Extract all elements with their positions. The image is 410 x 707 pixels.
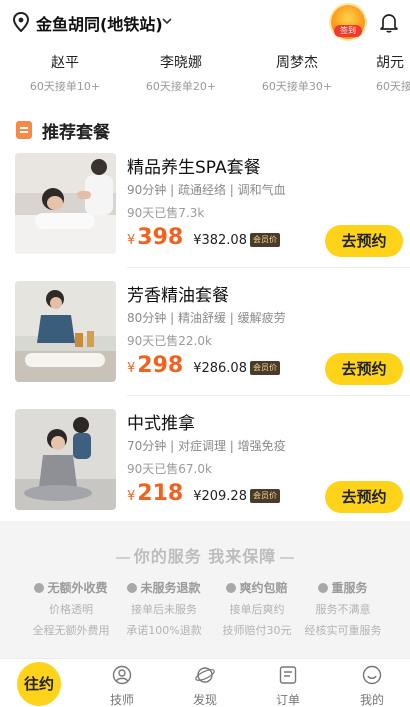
location-pin-icon[interactable]	[12, 12, 30, 32]
package-price: ¥ 298 ¥286.08 会员价	[127, 353, 280, 385]
package-photo[interactable]	[15, 153, 116, 254]
package-desc: 90分钟 | 疏通经络 | 调和气血	[127, 183, 286, 197]
therapist-strip[interactable]: 赵平 60天接单10+ 李晓娜 60天接单20+ 周梦杰 60天接单30+ 胡元…	[0, 44, 410, 106]
nav-label: 我的	[359, 693, 384, 707]
coin-icon	[34, 582, 45, 593]
nav-label: 技师	[109, 693, 134, 707]
section-header: 推荐套餐	[16, 118, 110, 143]
nav-label: 订单	[275, 693, 300, 707]
currency-symbol: ¥	[127, 489, 136, 504]
therapist-icon	[112, 665, 132, 685]
guarantee-title: 你的服务 我来保障	[0, 543, 410, 567]
therapist-name: 赵平	[51, 55, 79, 71]
member-price-badge: 会员价	[249, 361, 280, 375]
book-button[interactable]: 去预约	[325, 225, 403, 257]
currency-symbol: ¥	[127, 233, 136, 248]
guarantee-head: 重服务	[292, 579, 394, 596]
therapist-name: 李晓娜	[160, 55, 202, 71]
therapist-orders: 60天接单10+	[29, 80, 101, 93]
heart-icon	[226, 582, 237, 593]
order-icon	[279, 666, 297, 684]
guarantee-item: 未服务退款 接单后未服务 承诺100%退款	[113, 579, 215, 638]
nav-item-orders[interactable]: 订单	[268, 665, 308, 707]
package-card[interactable]: 芳香精油套餐 80分钟 | 精油舒缓 | 缓解疲劳 90天已售22.0k ¥ 2…	[0, 281, 410, 401]
guarantee-item: 重服务 服务不满意 经核实可重服务	[292, 579, 394, 638]
guarantee-head-text: 未服务退款	[140, 581, 201, 595]
package-card[interactable]: 中式推拿 70分钟 | 对症调理 | 增强免疫 90天已售67.0k ¥ 218…	[0, 409, 410, 529]
therapist-name: 周梦杰	[276, 55, 318, 71]
member-price-badge: 会员价	[249, 233, 280, 247]
profile-icon	[362, 665, 382, 685]
checkin-label: 签到	[334, 25, 362, 37]
package-list-icon	[16, 121, 32, 139]
nav-item-profile[interactable]: 我的	[352, 665, 392, 707]
guarantee-head-text: 重服务	[331, 581, 368, 595]
therapist-card[interactable]: 周梦杰 60天接单30+	[242, 52, 352, 94]
member-price: ¥286.08	[193, 361, 247, 376]
package-sold: 90天已售22.0k	[127, 334, 212, 348]
guarantee-head: 无额外收费	[20, 579, 122, 596]
book-button[interactable]: 去预约	[325, 353, 403, 385]
divider	[127, 395, 410, 396]
price-value: 298	[137, 353, 184, 378]
package-sold: 90天已售7.3k	[127, 206, 205, 220]
refund-icon	[127, 582, 138, 593]
therapist-orders: 60天接单20+	[145, 80, 217, 93]
package-sold: 90天已售67.0k	[127, 462, 212, 476]
currency-symbol: ¥	[127, 361, 136, 376]
member-price: ¥209.28	[193, 489, 247, 504]
package-photo[interactable]	[15, 409, 116, 510]
book-button[interactable]: 去预约	[325, 481, 403, 513]
guarantee-head: 未服务退款	[113, 579, 215, 596]
package-price: ¥ 398 ¥382.08 会员价	[127, 225, 280, 257]
member-price-badge: 会员价	[249, 489, 280, 503]
title-dash	[280, 556, 295, 559]
package-desc: 70分钟 | 对症调理 | 增强免疫	[127, 439, 286, 453]
title-dash	[115, 556, 130, 559]
guarantee-title-text: 你的服务 我来保障	[133, 547, 277, 566]
package-title[interactable]: 精品养生SPA套餐	[127, 153, 261, 178]
therapist-orders: 60天接单30+	[261, 80, 333, 93]
guarantee-line: 服务不满意	[315, 603, 371, 616]
therapist-card[interactable]: 李晓娜 60天接单20+	[126, 52, 236, 94]
service-guarantee: 你的服务 我来保障 无额外收费 价格透明 全程无额外费用 未服务退款 接单后未服…	[0, 521, 410, 658]
bottom-nav: 往约 技师 发现 订单 我的	[0, 658, 410, 707]
package-card[interactable]: 精品养生SPA套餐 90分钟 | 疏通经络 | 调和气血 90天已售7.3k ¥…	[0, 153, 410, 273]
guarantee-head-text: 无额外收费	[47, 581, 108, 595]
package-photo[interactable]	[15, 281, 116, 382]
price-value: 218	[137, 481, 184, 506]
package-desc: 80分钟 | 精油舒缓 | 缓解疲劳	[127, 311, 286, 325]
package-title[interactable]: 芳香精油套餐	[127, 281, 229, 306]
nav-label: 发现	[192, 693, 217, 707]
guarantee-line: 经核实可重服务	[304, 624, 382, 637]
guarantee-line: 价格透明	[49, 603, 93, 616]
section-title: 推荐套餐	[42, 122, 110, 143]
shield-icon	[318, 582, 329, 593]
chevron-down-icon[interactable]	[160, 14, 174, 28]
nav-home-button[interactable]: 往约	[17, 662, 61, 706]
divider	[127, 267, 410, 268]
nav-item-discover[interactable]: 发现	[185, 665, 225, 707]
location-label[interactable]: 金鱼胡同(地铁站)	[36, 11, 163, 35]
guarantee-line: 接单后未服务	[131, 603, 197, 616]
guarantee-line: 全程无额外费用	[32, 624, 110, 637]
therapist-card[interactable]: 胡元 60天接单	[358, 52, 410, 94]
guarantee-item: 无额外收费 价格透明 全程无额外费用	[20, 579, 122, 638]
bell-icon[interactable]	[378, 11, 400, 33]
price-value: 398	[137, 225, 184, 250]
nav-item-therapist[interactable]: 技师	[102, 665, 142, 707]
guarantee-line: 承诺100%退款	[126, 624, 202, 637]
guarantee-head-text: 爽约包赔	[239, 581, 288, 595]
package-price: ¥ 218 ¥209.28 会员价	[127, 481, 280, 513]
checkin-button[interactable]: 签到	[331, 5, 365, 39]
therapist-card[interactable]: 赵平 60天接单10+	[10, 52, 120, 94]
therapist-name: 胡元	[376, 55, 404, 71]
discover-icon	[195, 667, 215, 683]
top-bar: 金鱼胡同(地铁站) 签到	[0, 0, 410, 44]
therapist-orders: 60天接单	[376, 80, 410, 93]
member-price: ¥382.08	[193, 233, 247, 248]
package-title[interactable]: 中式推拿	[127, 409, 195, 434]
